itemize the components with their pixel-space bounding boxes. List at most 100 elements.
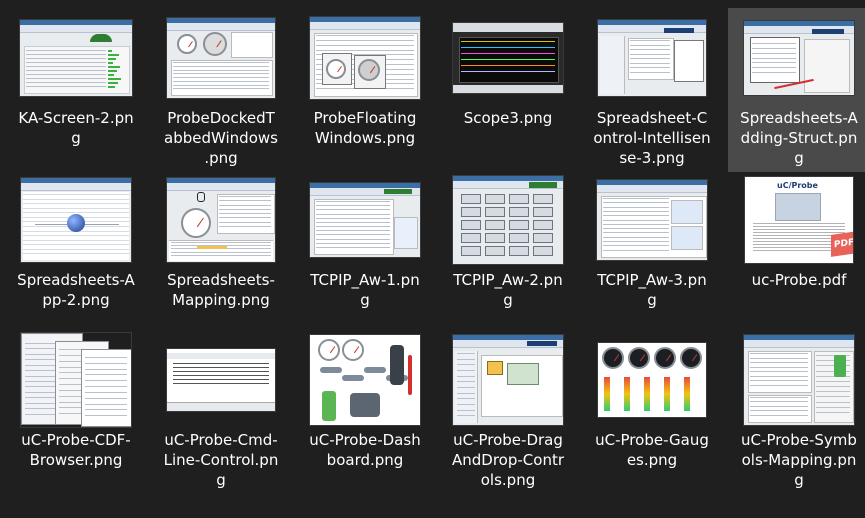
file-name-line: uC-Probe-CDF- <box>21 431 131 449</box>
file-name-label: ProbeFloating Windows.png <box>298 108 432 148</box>
file-tile[interactable]: Spreadsheets-A dding-Struct.pn g <box>728 8 865 172</box>
table-row <box>603 236 669 238</box>
table-row <box>173 375 269 376</box>
gauge-needle <box>692 354 698 362</box>
window-toolbar <box>167 23 275 31</box>
file-name-line: ProbeDockedT <box>167 109 275 127</box>
block-node <box>461 220 481 230</box>
level-bar <box>108 86 115 88</box>
table-row <box>316 234 390 236</box>
logo <box>384 189 412 194</box>
device-image <box>834 355 846 377</box>
file-tile[interactable]: uC-Probe-Cmd- Line-Control.pn g <box>150 330 292 494</box>
table-row <box>23 203 129 205</box>
file-name-line: uC-Probe-Symb <box>741 431 857 449</box>
file-thumbnail[interactable] <box>744 335 854 425</box>
gauge-icon <box>358 59 380 81</box>
file-thumbnail[interactable] <box>597 180 707 260</box>
thumbnail-wrap <box>294 8 436 108</box>
table-row <box>23 248 129 250</box>
file-thumbnail[interactable] <box>167 178 275 262</box>
block-node <box>509 220 529 230</box>
table-row <box>26 66 106 67</box>
file-tile[interactable]: uC-Probe-Drag AndDrop-Contr ols.png <box>437 330 579 494</box>
file-thumbnail[interactable] <box>598 343 706 417</box>
block-node <box>533 207 553 217</box>
file-thumbnail[interactable] <box>21 333 131 427</box>
file-thumbnail[interactable] <box>453 335 563 425</box>
table-row <box>603 228 669 230</box>
file-tile[interactable]: ProbeDockedT abbedWindows .png <box>150 8 292 172</box>
thumbnail-wrap <box>437 330 579 430</box>
bar-indicator <box>664 377 670 411</box>
file-tile[interactable]: ProbeFloating Windows.png <box>294 8 436 152</box>
scope-trace <box>461 41 555 42</box>
table-row <box>603 210 669 212</box>
table-row <box>26 62 106 63</box>
bar-indicator <box>604 377 610 411</box>
pdf-badge-icon: PDF <box>831 231 853 257</box>
file-thumbnail[interactable] <box>167 18 275 98</box>
file-thumbnail[interactable] <box>598 20 706 96</box>
file-thumbnail[interactable] <box>167 349 275 411</box>
file-thumbnail[interactable] <box>744 21 854 95</box>
table-row <box>173 367 269 368</box>
highlight <box>197 246 227 249</box>
block-node <box>533 220 553 230</box>
file-name-label: uC-Probe-Dash board.png <box>298 430 432 470</box>
block-node <box>509 246 529 256</box>
file-tile[interactable]: uC-Probe-Symb ols-Mapping.pn g <box>728 330 865 494</box>
level-bar <box>108 70 117 72</box>
block-node <box>461 207 481 217</box>
file-tile[interactable]: Spreadsheets-A pp-2.png <box>5 170 147 314</box>
table-row <box>173 88 269 90</box>
file-name-line: pp-2.png <box>42 291 110 309</box>
level-bar <box>108 82 118 84</box>
block-node <box>533 194 553 204</box>
file-name-line: es.png <box>626 451 678 469</box>
table-row <box>457 370 475 371</box>
file-thumbnail[interactable]: uC/Probe PDF <box>745 177 853 263</box>
status-bar <box>453 85 563 93</box>
file-tile[interactable]: uC-Probe-CDF- Browser.png <box>5 330 147 474</box>
file-thumbnail[interactable] <box>310 183 420 257</box>
globe-icon <box>67 214 85 232</box>
table-row <box>173 84 269 86</box>
table-row <box>630 71 670 73</box>
file-name-line: TCPIP_Aw-1.pn <box>310 271 420 289</box>
file-name-line: uc-Probe.pdf <box>751 271 847 289</box>
file-thumbnail[interactable] <box>20 20 132 96</box>
file-thumbnail[interactable] <box>310 17 420 99</box>
file-thumbnail[interactable] <box>453 23 563 93</box>
file-tile[interactable]: Scope3.png <box>437 8 579 132</box>
table-row <box>316 213 390 215</box>
file-tile[interactable]: TCPIP_Aw-1.pn g <box>294 170 436 314</box>
block-node <box>485 194 505 204</box>
file-thumbnail[interactable] <box>21 178 131 262</box>
file-thumbnail[interactable] <box>453 176 563 264</box>
table-row <box>457 415 475 417</box>
file-tile[interactable]: uC-Probe-Gaug es.png <box>581 330 723 474</box>
gauge-needle <box>330 346 336 354</box>
file-tile[interactable]: Spreadsheet-C ontrol-Intellisen se-3.png <box>581 8 723 172</box>
file-tile[interactable]: KA-Screen-2.pn g <box>5 8 147 152</box>
file-name-line: Spreadsheets-A <box>17 271 135 289</box>
thumbnail-wrap <box>581 170 723 270</box>
level-bar <box>108 54 119 56</box>
symbol-table <box>748 395 812 423</box>
file-tile[interactable]: Spreadsheets- Mapping.png <box>150 170 292 314</box>
file-tile[interactable]: TCPIP_Aw-3.pn g <box>581 170 723 314</box>
logo <box>527 341 557 346</box>
file-tile[interactable]: uC-Probe-Dash board.png <box>294 330 436 474</box>
file-name-label: ProbeDockedT abbedWindows .png <box>154 108 288 168</box>
file-tile[interactable]: uC/Probe PDF uc-Probe.pdf <box>728 170 865 294</box>
table-row <box>457 404 475 405</box>
file-thumbnail[interactable] <box>310 335 420 425</box>
block-node <box>485 233 505 243</box>
file-tile[interactable]: TCPIP_Aw-2.pn g <box>437 170 579 314</box>
table-row <box>85 409 127 411</box>
window-toolbar <box>20 25 132 33</box>
file-name-label: uC-Probe-Drag AndDrop-Contr ols.png <box>441 430 575 490</box>
table-row <box>752 72 796 74</box>
file-name-line: Line-Control.pn <box>163 451 279 469</box>
